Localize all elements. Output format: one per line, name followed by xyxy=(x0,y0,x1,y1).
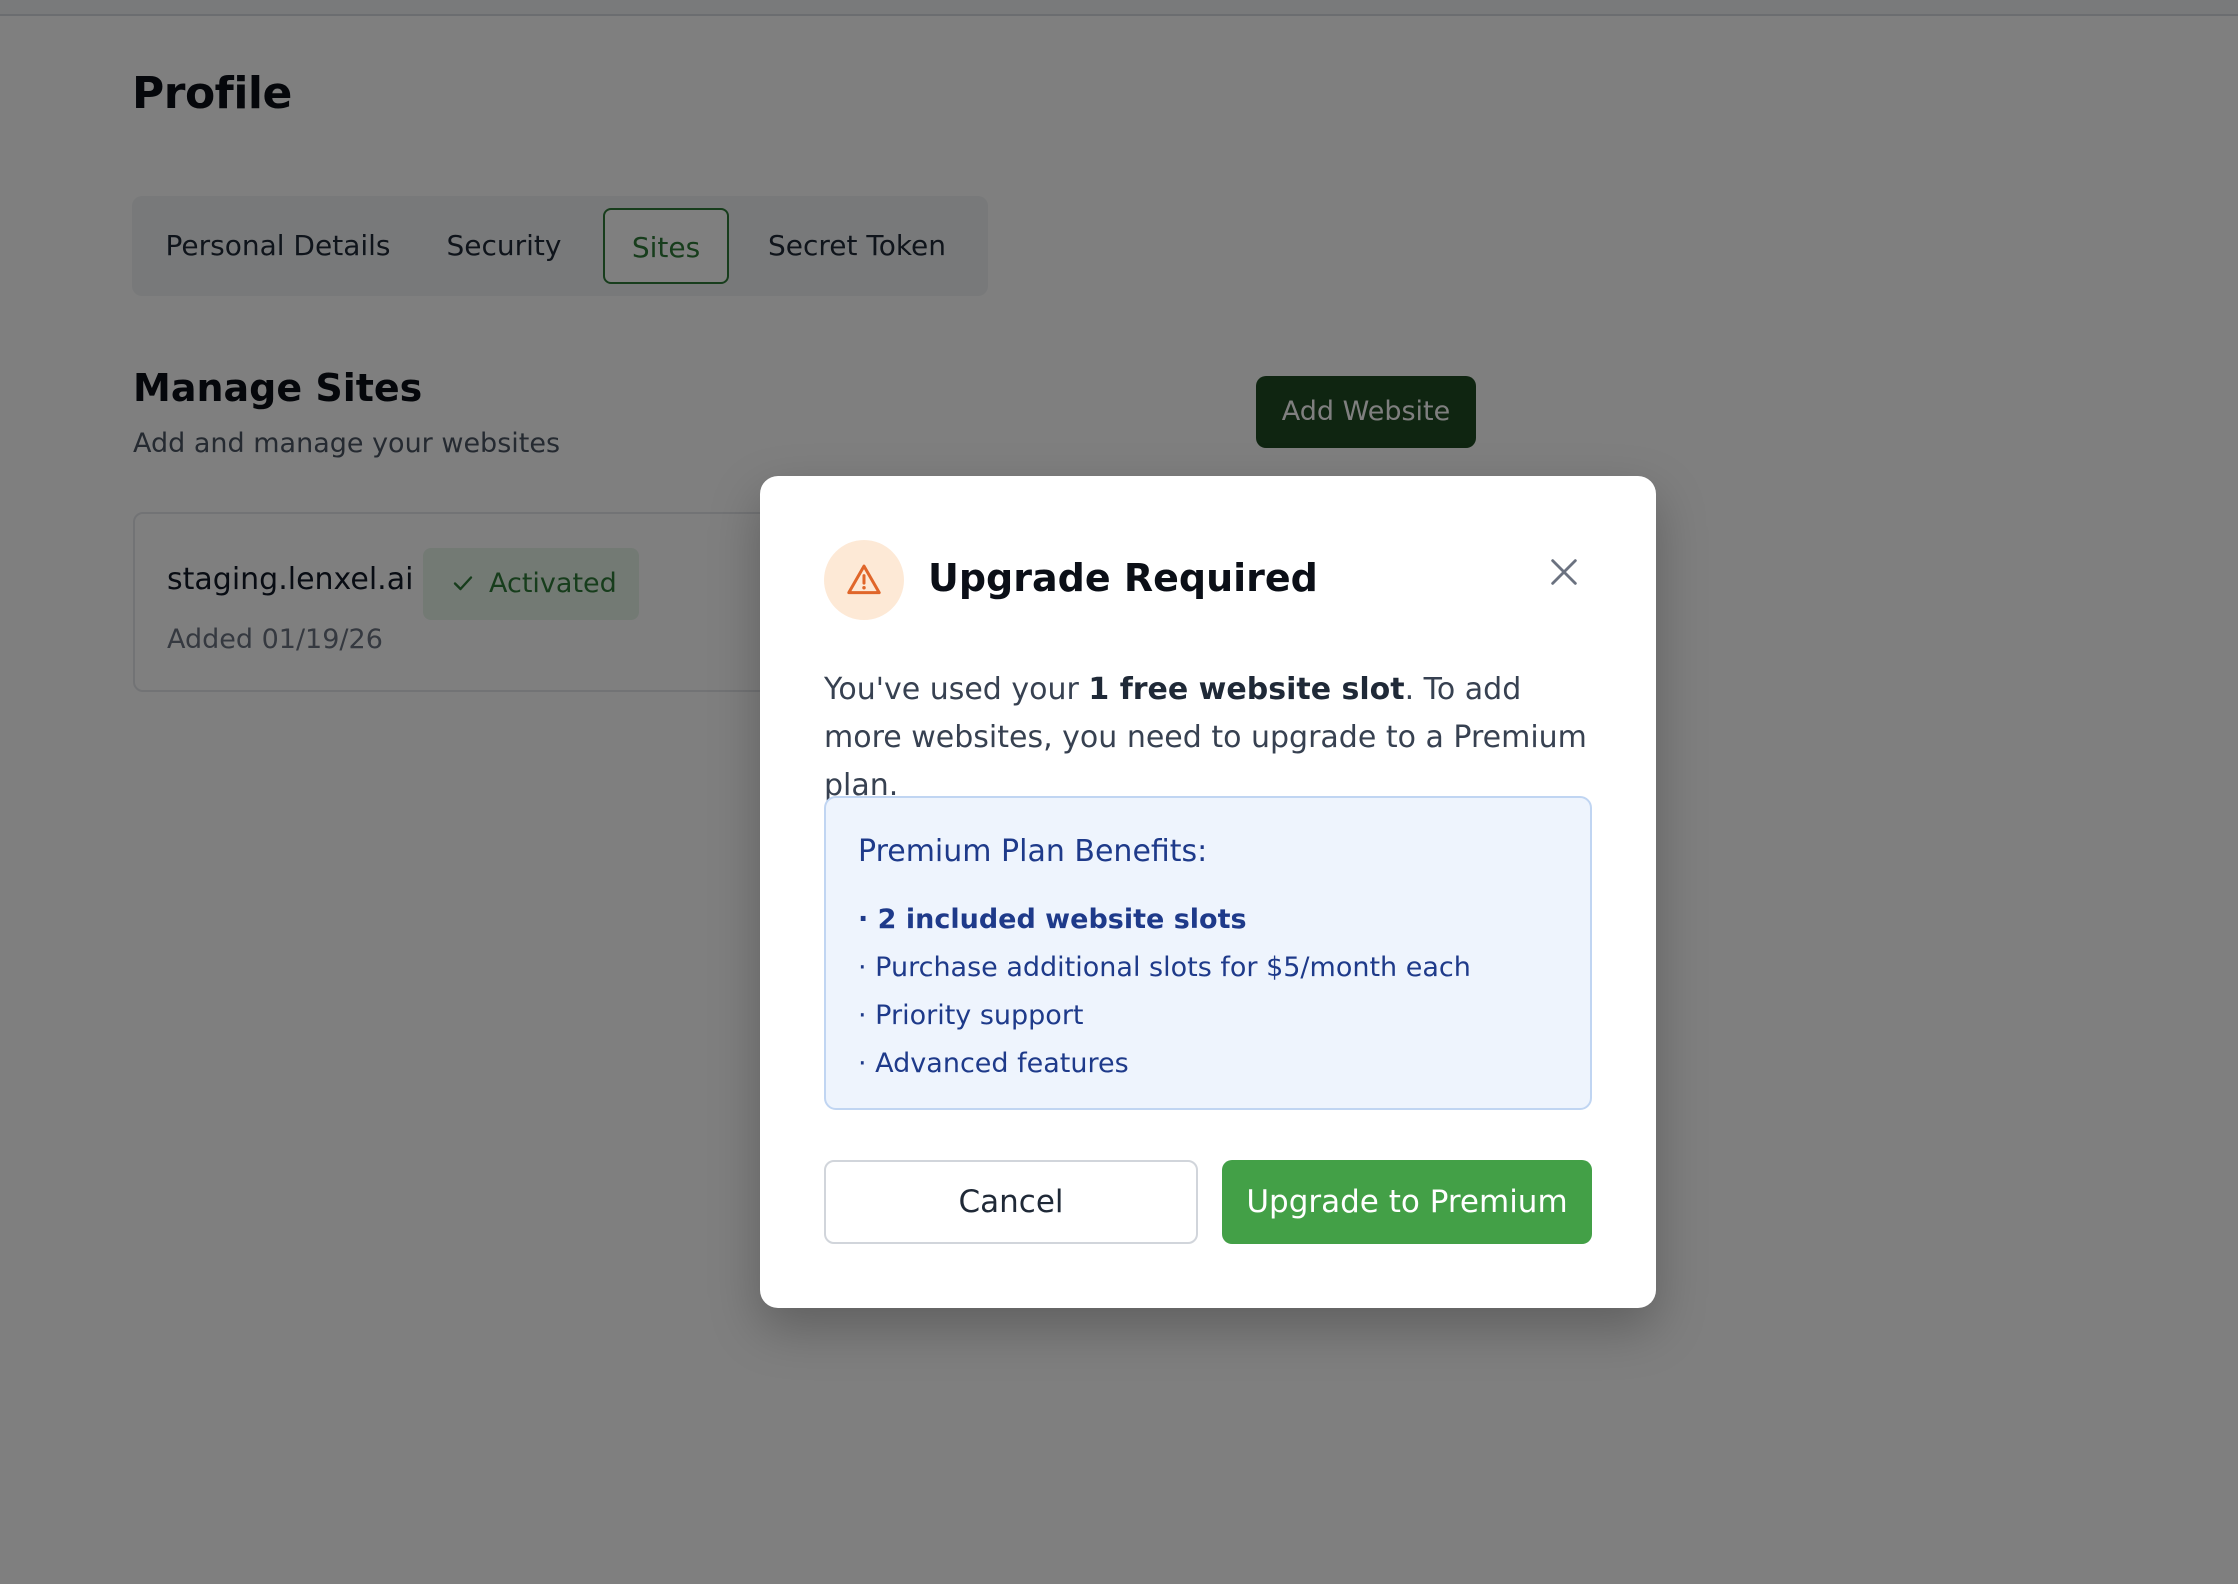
warning-triangle-icon xyxy=(824,540,904,620)
upgrade-to-premium-button[interactable]: Upgrade to Premium xyxy=(1222,1160,1592,1244)
upgrade-dialog: Upgrade Required You've used your 1 free… xyxy=(760,476,1656,1308)
dialog-message-prefix: You've used your xyxy=(824,672,1089,707)
dialog-title: Upgrade Required xyxy=(928,556,1318,600)
benefit-item: Purchase additional slots for $5/month e… xyxy=(858,944,1471,992)
dialog-message-highlight: 1 free website slot xyxy=(1088,672,1405,707)
benefit-item: Priority support xyxy=(858,992,1471,1040)
benefits-list: 2 included website slots Purchase additi… xyxy=(858,896,1471,1088)
cancel-button[interactable]: Cancel xyxy=(824,1160,1198,1244)
close-icon[interactable] xyxy=(1538,546,1590,598)
benefit-item: Advanced features xyxy=(858,1040,1471,1088)
benefit-item: 2 included website slots xyxy=(858,896,1471,944)
dialog-message: You've used your 1 free website slot. To… xyxy=(824,666,1592,810)
premium-benefits-box: Premium Plan Benefits: 2 included websit… xyxy=(824,796,1592,1110)
benefits-title: Premium Plan Benefits: xyxy=(858,834,1208,869)
